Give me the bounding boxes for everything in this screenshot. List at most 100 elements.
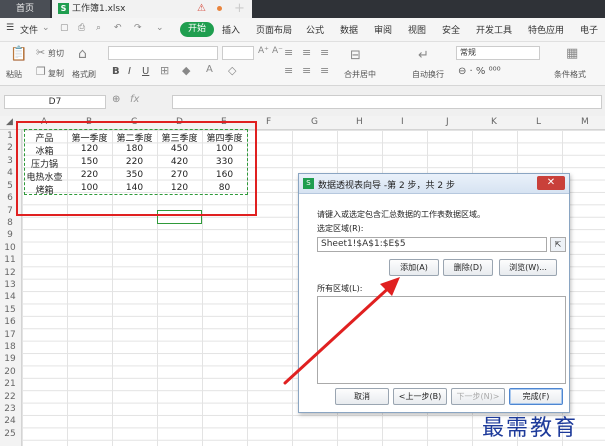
- name-box[interactable]: D7: [4, 95, 106, 109]
- grow-font-icon[interactable]: A⁺: [258, 46, 269, 56]
- column-header[interactable]: L: [536, 117, 541, 127]
- row-header[interactable]: 8: [0, 218, 20, 228]
- close-button[interactable]: ✕: [537, 176, 565, 190]
- merge-center-button[interactable]: 合并居中: [344, 69, 376, 80]
- row-header[interactable]: 23: [0, 404, 20, 414]
- fill-color-icon[interactable]: ◆: [182, 64, 190, 77]
- cancel-button[interactable]: 取消: [335, 388, 389, 405]
- add-button[interactable]: 添加(A): [389, 259, 439, 276]
- border-icon[interactable]: ⊞: [160, 64, 169, 77]
- paste-icon[interactable]: 📋: [10, 46, 27, 62]
- row-header[interactable]: 24: [0, 416, 20, 426]
- row-header[interactable]: 19: [0, 354, 20, 364]
- bold-button[interactable]: B: [112, 66, 120, 77]
- browse-button[interactable]: 浏览(W)...: [499, 259, 557, 276]
- shrink-font-icon[interactable]: A⁻: [272, 46, 283, 56]
- format-painter-icon[interactable]: ⌂: [78, 46, 87, 62]
- align-right-icon[interactable]: ≡: [320, 64, 329, 77]
- font-name-select[interactable]: [108, 46, 218, 60]
- column-header[interactable]: J: [446, 117, 449, 127]
- paste-label[interactable]: 粘贴: [6, 69, 22, 80]
- all-ranges-list[interactable]: [317, 296, 566, 384]
- menu-data[interactable]: 数据: [340, 23, 358, 36]
- tab-workbook[interactable]: S 工作簿1.xlsx ⚠: [52, 0, 252, 18]
- menu-insert[interactable]: 插入: [222, 23, 240, 36]
- align-left-icon[interactable]: ≡: [284, 64, 293, 77]
- row-header[interactable]: 13: [0, 280, 20, 290]
- save-icon[interactable]: ▢: [60, 23, 69, 33]
- dialog-title-bar[interactable]: S 数据透视表向导 -第 2 步，共 2 步 ✕: [299, 174, 569, 194]
- wrap-icon[interactable]: ↵: [418, 48, 429, 63]
- row-header[interactable]: 22: [0, 392, 20, 402]
- row-header[interactable]: 21: [0, 379, 20, 389]
- column-header[interactable]: G: [311, 117, 318, 127]
- row-header[interactable]: 15: [0, 305, 20, 315]
- menu-review[interactable]: 审阅: [374, 23, 392, 36]
- clear-format-icon[interactable]: ◇: [228, 64, 236, 77]
- row-header[interactable]: 14: [0, 292, 20, 302]
- cut-button[interactable]: 剪切: [48, 48, 64, 59]
- menu-start[interactable]: 开始: [180, 22, 214, 37]
- column-header[interactable]: I: [401, 117, 404, 127]
- cut-icon[interactable]: ✂: [36, 46, 45, 59]
- more-icon[interactable]: ⌄: [156, 23, 164, 33]
- dropdown-icon[interactable]: ⌄: [42, 23, 50, 33]
- pivot-wizard-dialog: S 数据透视表向导 -第 2 步，共 2 步 ✕ 请键入或选定包含汇总数据的工作…: [298, 173, 570, 413]
- menu-electronic[interactable]: 电子: [580, 23, 598, 36]
- menu-view[interactable]: 视图: [408, 23, 426, 36]
- wrap-text-button[interactable]: 自动换行: [412, 69, 444, 80]
- tab-home[interactable]: 首页: [0, 0, 50, 18]
- column-header[interactable]: K: [491, 117, 497, 127]
- column-header[interactable]: H: [356, 117, 363, 127]
- underline-button[interactable]: U: [142, 66, 149, 77]
- formula-input[interactable]: [172, 95, 602, 109]
- delete-button[interactable]: 删除(D): [443, 259, 493, 276]
- column-header[interactable]: F: [266, 117, 271, 127]
- print-icon[interactable]: ⎙: [78, 23, 85, 33]
- menu-security[interactable]: 安全: [442, 23, 460, 36]
- format-painter-button[interactable]: 格式刷: [72, 69, 96, 80]
- undo-icon[interactable]: ↶: [114, 23, 122, 33]
- row-header[interactable]: 17: [0, 330, 20, 340]
- row-header[interactable]: 18: [0, 342, 20, 352]
- font-size-select[interactable]: [222, 46, 254, 60]
- conditional-format-icon[interactable]: ▦: [566, 46, 578, 61]
- preview-icon[interactable]: ⌕: [96, 23, 101, 33]
- merge-icon[interactable]: ⊟: [350, 48, 361, 63]
- range-input[interactable]: Sheet1!$A$1:$E$5: [317, 237, 547, 252]
- italic-button[interactable]: I: [128, 66, 131, 77]
- row-header[interactable]: 9: [0, 230, 20, 240]
- finish-button[interactable]: 完成(F): [509, 388, 563, 405]
- collapse-dialog-icon[interactable]: ⇱: [550, 237, 566, 252]
- number-format-icons[interactable]: ⊖ · % ⁰⁰⁰: [458, 66, 501, 77]
- menu-special[interactable]: 特色应用: [528, 23, 564, 36]
- conditional-format-button[interactable]: 条件格式: [554, 69, 586, 80]
- fx-button[interactable]: fx: [130, 94, 139, 105]
- align-center-icon[interactable]: ≡: [302, 64, 311, 77]
- column-header[interactable]: M: [581, 117, 589, 127]
- row-header[interactable]: 25: [0, 429, 20, 439]
- menu-formulas[interactable]: 公式: [306, 23, 324, 36]
- redo-icon[interactable]: ↷: [134, 23, 142, 33]
- row-header[interactable]: 20: [0, 367, 20, 377]
- menu-file[interactable]: 文件: [20, 23, 38, 36]
- align-middle-icon[interactable]: ≡: [302, 46, 311, 59]
- menu-page-layout[interactable]: 页面布局: [256, 23, 292, 36]
- copy-icon[interactable]: ❐: [36, 65, 46, 78]
- add-tab-button[interactable]: +: [234, 0, 245, 17]
- align-bottom-icon[interactable]: ≡: [320, 46, 329, 59]
- zoom-icon[interactable]: ⊕: [112, 94, 120, 105]
- back-button[interactable]: <上一步(B): [393, 388, 447, 405]
- menu-developer[interactable]: 开发工具: [476, 23, 512, 36]
- hamburger-icon[interactable]: ☰: [6, 23, 14, 33]
- row-header[interactable]: 16: [0, 317, 20, 327]
- font-color-icon[interactable]: A: [206, 64, 213, 75]
- row-header[interactable]: 12: [0, 268, 20, 278]
- select-all-corner[interactable]: ◢: [6, 117, 13, 127]
- number-format-select[interactable]: 常规: [456, 46, 540, 60]
- align-top-icon[interactable]: ≡: [284, 46, 293, 59]
- row-header[interactable]: 11: [0, 255, 20, 265]
- row-header[interactable]: 10: [0, 243, 20, 253]
- copy-button[interactable]: 复制: [48, 68, 64, 79]
- next-button[interactable]: 下一步(N)>: [451, 388, 505, 405]
